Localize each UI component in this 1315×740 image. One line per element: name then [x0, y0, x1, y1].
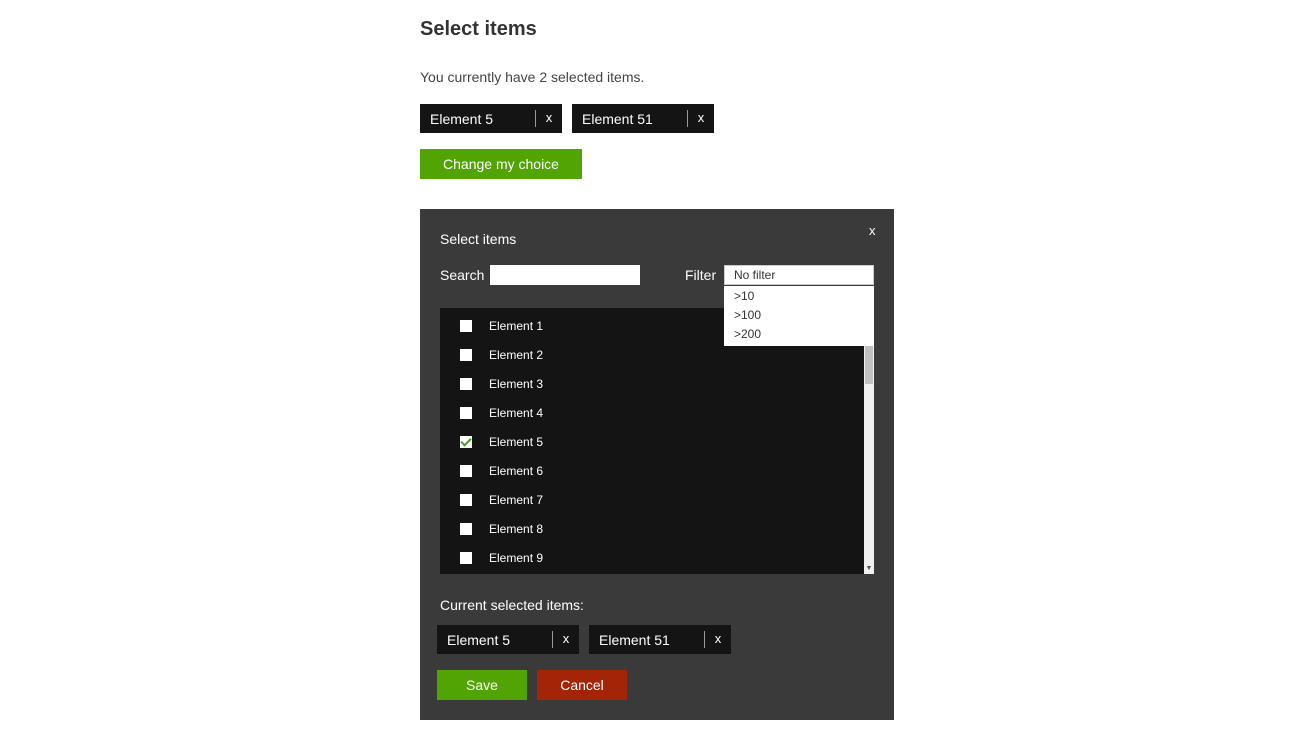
- save-button[interactable]: Save: [437, 670, 527, 700]
- page-title: Select items: [420, 18, 537, 40]
- search-label: Search: [440, 267, 485, 283]
- item-label: Element 9: [489, 551, 544, 565]
- item-label: Element 6: [489, 464, 544, 478]
- cancel-button[interactable]: Cancel: [537, 670, 627, 700]
- item-checkbox[interactable]: [460, 349, 472, 361]
- item-label: Element 8: [489, 522, 544, 536]
- item-label: Element 4: [489, 406, 544, 420]
- list-item[interactable]: Element 6: [440, 455, 864, 484]
- list-item[interactable]: Element 5: [440, 426, 864, 455]
- close-dialog-button[interactable]: x: [869, 223, 876, 238]
- item-label: Element 3: [489, 377, 544, 391]
- filter-option[interactable]: >10: [724, 287, 874, 306]
- item-label: Element 7: [489, 493, 544, 507]
- change-choice-button[interactable]: Change my choice: [420, 149, 582, 179]
- item-label: Element 1: [489, 319, 544, 333]
- selected-tag: Element 5 x: [437, 625, 579, 654]
- selected-tag: Element 5 x: [420, 104, 562, 133]
- list-scrollbar[interactable]: ▼: [864, 308, 874, 574]
- selection-summary: You currently have 2 selected items.: [420, 69, 645, 85]
- item-label: Element 2: [489, 348, 544, 362]
- item-checkbox[interactable]: [460, 378, 472, 390]
- item-checkbox[interactable]: [460, 523, 472, 535]
- items-list: Element 1 Element 2 Element 3 Element 4 …: [440, 308, 874, 574]
- scroll-down-arrow-icon[interactable]: ▼: [864, 564, 874, 574]
- item-checkbox[interactable]: [460, 552, 472, 564]
- item-checkbox[interactable]: [460, 407, 472, 419]
- item-checkbox[interactable]: [460, 494, 472, 506]
- list-item[interactable]: Element 3: [440, 368, 864, 397]
- item-label: Element 5: [489, 435, 544, 449]
- dialog-title: Select items: [440, 231, 517, 247]
- current-selection-label: Current selected items:: [440, 597, 584, 613]
- filter-dropdown: >10 >100 >200: [724, 286, 874, 346]
- filter-option[interactable]: >100: [724, 306, 874, 325]
- list-item[interactable]: Element 9: [440, 542, 864, 571]
- tag-label: Element 5: [447, 632, 511, 648]
- remove-tag-button[interactable]: x: [536, 104, 562, 133]
- scrollbar-thumb[interactable]: [865, 346, 873, 384]
- filter-option[interactable]: >200: [724, 325, 874, 344]
- search-input[interactable]: [490, 265, 640, 285]
- remove-tag-button[interactable]: x: [688, 104, 714, 133]
- tag-label: Element 51: [599, 632, 670, 648]
- list-item[interactable]: Element 4: [440, 397, 864, 426]
- item-checkbox[interactable]: [460, 320, 472, 332]
- tag-label: Element 51: [582, 111, 653, 127]
- filter-label: Filter: [685, 267, 717, 283]
- selected-tag: Element 51 x: [589, 625, 731, 654]
- item-checkbox[interactable]: [460, 465, 472, 477]
- selected-tag: Element 51 x: [572, 104, 714, 133]
- remove-tag-button[interactable]: x: [705, 625, 731, 654]
- filter-select[interactable]: No filter: [724, 265, 874, 285]
- list-item[interactable]: Element 8: [440, 513, 864, 542]
- item-checkbox[interactable]: [460, 436, 472, 448]
- remove-tag-button[interactable]: x: [553, 625, 579, 654]
- tag-label: Element 5: [430, 111, 494, 127]
- list-item[interactable]: Element 7: [440, 484, 864, 513]
- select-items-dialog: Select items x Search Filter No filter >…: [420, 209, 894, 720]
